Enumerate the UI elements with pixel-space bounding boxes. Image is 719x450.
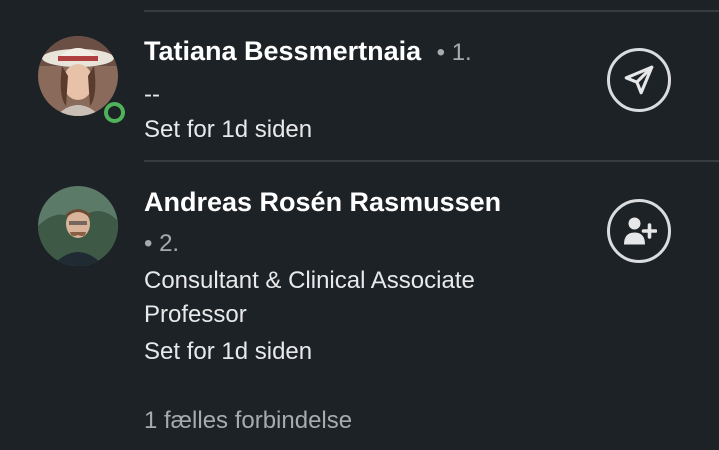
last-seen-text: Set for 1d siden	[144, 338, 313, 365]
connect-button[interactable]	[607, 199, 671, 263]
profile-photo-icon	[38, 36, 118, 116]
connection-degree: • 2.	[144, 230, 180, 257]
online-status-indicator	[104, 102, 125, 123]
member-name[interactable]: Andreas Rosén Rasmussen	[144, 187, 501, 218]
member-headline: --	[144, 81, 160, 108]
avatar[interactable]	[38, 186, 118, 266]
last-seen-text: Set for 1d siden	[144, 116, 313, 143]
top-divider	[144, 10, 719, 12]
connection-degree: • 1.	[436, 39, 472, 66]
profile-photo-icon	[38, 186, 118, 266]
connect-add-person-icon	[624, 217, 657, 245]
send-message-button[interactable]	[607, 48, 671, 112]
item-divider	[144, 160, 719, 162]
member-headline-continued: Professor	[144, 301, 247, 328]
send-message-icon	[624, 65, 654, 95]
mutual-connections-text[interactable]: 1 fælles forbindelse	[144, 404, 352, 437]
connections-list: Tatiana Bessmertnaia • 1. -- Set for 1d …	[0, 0, 719, 450]
member-name[interactable]: Tatiana Bessmertnaia • 1.	[144, 36, 472, 67]
avatar[interactable]	[38, 36, 118, 116]
member-headline: Consultant & Clinical Associate	[144, 267, 475, 294]
